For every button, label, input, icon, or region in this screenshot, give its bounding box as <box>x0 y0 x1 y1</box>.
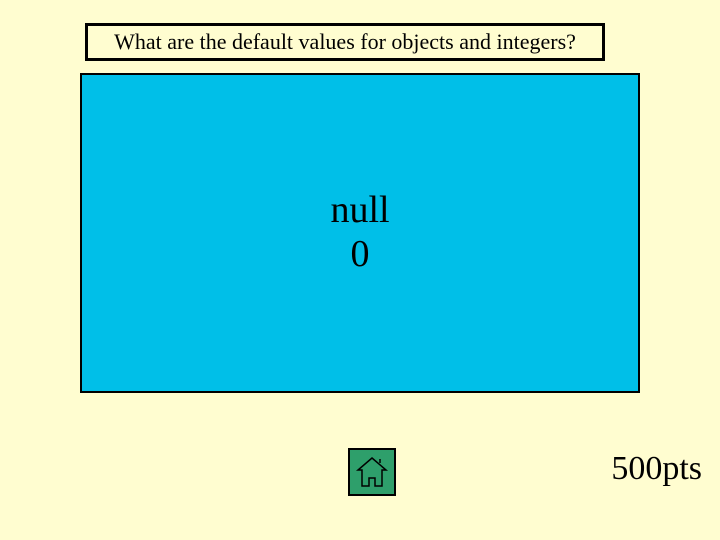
question-text: What are the default values for objects … <box>114 29 576 55</box>
home-button[interactable] <box>348 448 396 496</box>
answer-line-1: null <box>330 189 389 233</box>
answer-line-2: 0 <box>351 233 370 277</box>
home-icon <box>354 454 390 490</box>
points-label: 500pts <box>611 450 702 488</box>
answer-box: null 0 <box>80 73 640 393</box>
question-box: What are the default values for objects … <box>85 23 605 61</box>
